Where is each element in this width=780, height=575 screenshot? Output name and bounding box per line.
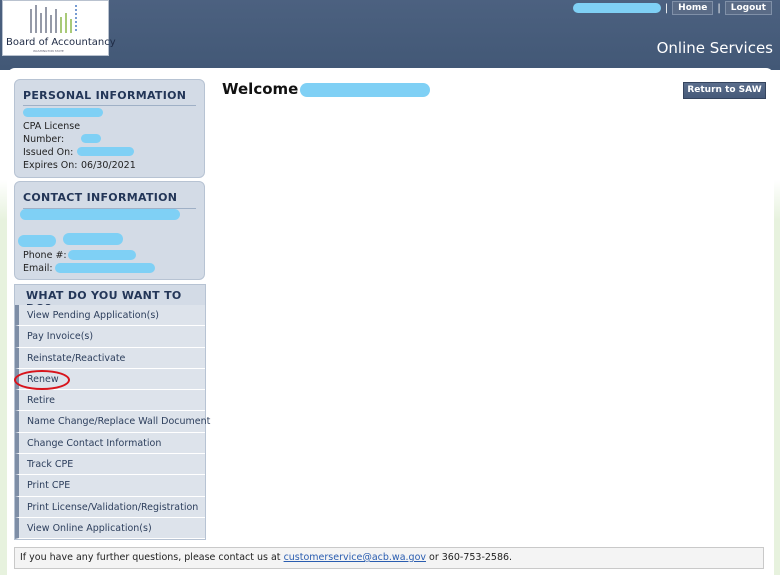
expires-label: Expires On: [23,160,78,171]
contact-info-title: CONTACT INFORMATION [23,191,178,204]
issued-label: Issued On: [23,147,74,158]
expires-value: 06/30/2021 [81,160,136,171]
footer-email-link[interactable]: customerservice@acb.wa.gov [284,552,426,563]
section-title: Online Services [656,39,773,57]
menu-item-print-license[interactable]: Print License/Validation/Registration [15,496,205,518]
redacted-name [23,108,103,117]
redacted-phone [68,250,136,260]
separator: | [717,2,721,14]
footer-text-after: or 360-753-2586. [426,552,513,563]
personal-info-panel: PERSONAL INFORMATION CPA License Number:… [14,79,205,178]
redacted-license-number [81,134,101,143]
redacted-address [20,209,180,220]
redacted-city [18,235,56,247]
menu-item-print-cpe[interactable]: Print CPE [15,475,205,497]
menu-item-view-pending-applications[interactable]: View Pending Application(s) [15,305,205,327]
action-menu-list: View Pending Application(s) Pay Invoice(… [15,305,210,540]
license-label: CPA License [23,121,81,132]
menu-item-pay-invoices[interactable]: Pay Invoice(s) [15,326,205,348]
license-number-label: Number: [23,134,65,145]
menu-item-view-online-applications[interactable]: View Online Application(s) [15,517,205,540]
board-logo[interactable]: Board of Accountancy WASHINGTON STATE [2,0,116,56]
action-menu: WHAT DO YOU WANT TO DO? View Pending App… [14,284,210,540]
redacted-username [572,3,661,13]
home-button[interactable]: Home [672,1,714,15]
menu-item-retire[interactable]: Retire [15,390,205,412]
action-menu-header: WHAT DO YOU WANT TO DO? [15,285,205,315]
logo-title: Board of Accountancy [6,37,116,48]
menu-item-change-contact-information[interactable]: Change Contact Information [15,432,205,455]
contact-info-panel: CONTACT INFORMATION Phone #: Email: [14,181,205,280]
menu-item-track-cpe[interactable]: Track CPE [15,454,205,476]
divider [23,105,196,106]
logo-tagline: WASHINGTON STATE [33,49,64,53]
separator: | [664,2,669,14]
top-links: | Home | Logout [572,1,772,15]
personal-info-title: PERSONAL INFORMATION [23,89,187,102]
footer-text-before: If you have any further questions, pleas… [20,552,284,563]
header-bar: Board of Accountancy WASHINGTON STATE | … [0,0,780,70]
phone-label: Phone #: [23,250,67,261]
redacted-email [55,263,155,273]
footer-contact: If you have any further questions, pleas… [14,547,764,569]
menu-item-renew[interactable]: Renew [15,368,205,391]
redacted-issued-date [77,147,134,156]
redacted-welcome-name [300,83,430,97]
email-label: Email: [23,263,53,274]
logo-graphic-icon [30,5,77,33]
return-to-saw-button[interactable]: Return to SAW [683,82,766,99]
logout-button[interactable]: Logout [724,1,772,15]
redacted-state-zip [63,233,123,245]
menu-item-name-change[interactable]: Name Change/Replace Wall Document [15,411,210,433]
menu-item-reinstate-reactivate[interactable]: Reinstate/Reactivate [15,347,205,369]
welcome-heading: Welcome [222,80,299,98]
